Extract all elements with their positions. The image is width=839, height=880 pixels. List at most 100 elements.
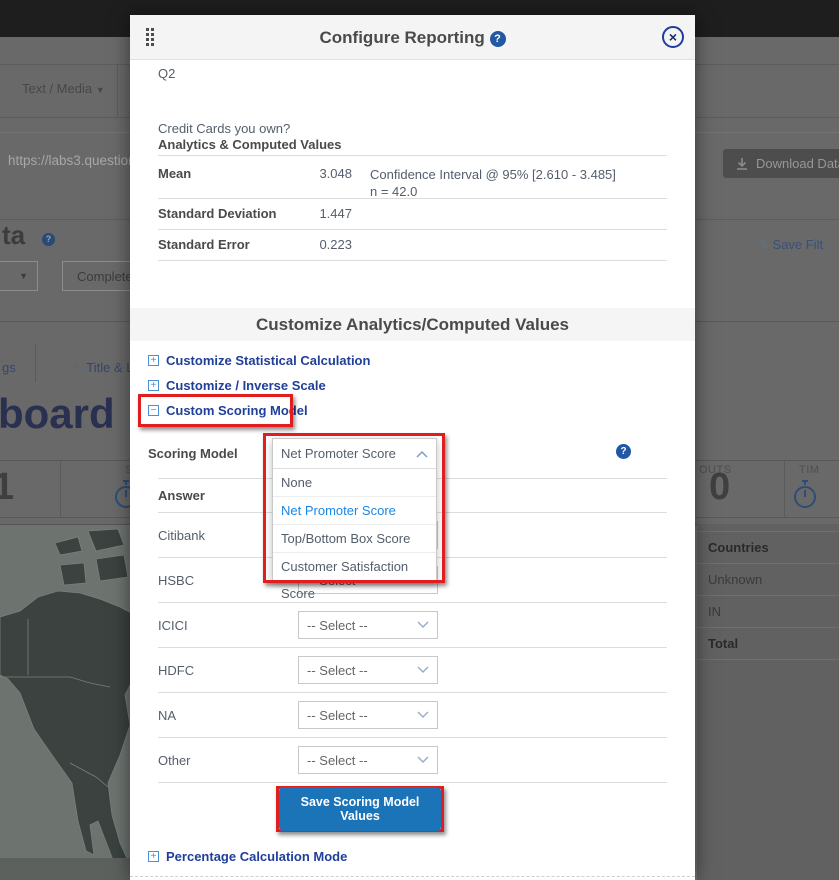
score-select-icici[interactable]: -- Select -- bbox=[298, 611, 438, 639]
selected-option-text: Net Promoter Score bbox=[281, 446, 416, 461]
chevron-down-icon bbox=[417, 756, 429, 764]
stat-label: Mean bbox=[158, 166, 308, 181]
caret-down-icon: ▼ bbox=[96, 85, 105, 95]
countries-header: Countries bbox=[697, 531, 839, 563]
chevron-down-icon bbox=[417, 621, 429, 629]
question-text: Credit Cards you own? bbox=[158, 121, 290, 136]
answer-label: ICICI bbox=[158, 618, 298, 633]
survey-url-link[interactable]: https://labs3.questionpr bbox=[8, 153, 148, 168]
analytics-table: Mean 3.048 Confidence Interval @ 95% [2.… bbox=[158, 155, 667, 261]
section-statistical-calculation[interactable]: + Customize Statistical Calculation bbox=[148, 353, 370, 368]
table-row: ICICI -- Select -- bbox=[158, 602, 667, 647]
modal-header: Configure Reporting ? × bbox=[130, 15, 695, 60]
stat-note: Confidence Interval @ 95% [2.610 - 3.485… bbox=[370, 166, 616, 200]
pencil-icon: ✎ bbox=[758, 237, 769, 252]
countries-row: IN bbox=[697, 595, 839, 627]
tab-title-logo-label: Title & L bbox=[86, 360, 133, 375]
chevron-up-icon bbox=[416, 450, 428, 458]
countries-total-row: Total bbox=[697, 627, 839, 660]
section-label: Customize / Inverse Scale bbox=[166, 378, 326, 393]
question-code: Q2 bbox=[158, 66, 175, 81]
section-inverse-scale[interactable]: + Customize / Inverse Scale bbox=[148, 378, 326, 393]
modal-title-text: Configure Reporting bbox=[320, 28, 485, 47]
divider bbox=[117, 65, 118, 117]
score-select-hdfc[interactable]: -- Select -- bbox=[298, 656, 438, 684]
drag-handle-icon[interactable] bbox=[146, 28, 154, 46]
pencil-icon: ✎ bbox=[72, 360, 83, 375]
download-data-button[interactable]: Download Data bbox=[723, 149, 839, 178]
divider bbox=[35, 344, 36, 382]
text-media-label: Text / Media bbox=[22, 81, 92, 96]
scoring-model-dropdown[interactable]: Net Promoter Score None Net Promoter Sco… bbox=[272, 438, 437, 581]
map-footer-strip bbox=[0, 858, 130, 880]
answer-label: Other bbox=[158, 753, 298, 768]
tab-title-logo[interactable]: ✎ Title & L bbox=[72, 360, 134, 376]
dropdown-option-net-promoter-score[interactable]: Net Promoter Score bbox=[273, 497, 436, 525]
save-filter-link[interactable]: ✎ Save Filt bbox=[758, 237, 823, 253]
divider bbox=[60, 460, 61, 517]
viewed-count-value: 1 bbox=[0, 466, 14, 509]
download-data-label: Download Data bbox=[756, 156, 839, 171]
close-icon[interactable]: × bbox=[662, 26, 684, 48]
dropdown-option-customer-satisfaction-score[interactable]: Customer Satisfaction Score bbox=[273, 553, 436, 580]
help-icon[interactable]: ? bbox=[616, 444, 631, 459]
scoring-model-selected[interactable]: Net Promoter Score bbox=[273, 439, 436, 469]
divider bbox=[130, 876, 695, 877]
text-media-menu[interactable]: Text / Media ▼ bbox=[22, 81, 105, 96]
app-screen: Text / Media ▼ https://labs3.questionpr … bbox=[0, 0, 839, 880]
dashboard-title: board bbox=[0, 390, 115, 438]
tab-settings[interactable]: gs bbox=[2, 360, 16, 375]
data-page-title: ta bbox=[2, 220, 25, 251]
stat-value: 0.223 bbox=[308, 230, 352, 260]
table-row: Standard Error 0.223 bbox=[158, 230, 667, 261]
stat-value: 1.447 bbox=[308, 199, 352, 229]
help-icon[interactable]: ? bbox=[490, 31, 506, 47]
expand-icon: + bbox=[148, 355, 159, 366]
confidence-interval: Confidence Interval @ 95% [2.610 - 3.485… bbox=[370, 166, 616, 183]
stat-value: 3.048 bbox=[308, 166, 352, 181]
scoring-model-label: Scoring Model bbox=[148, 446, 238, 461]
analytics-heading: Analytics & Computed Values bbox=[158, 137, 342, 152]
expand-icon: + bbox=[148, 851, 159, 862]
table-row: Standard Deviation 1.447 bbox=[158, 199, 667, 230]
countries-row: Unknown bbox=[697, 563, 839, 595]
select-placeholder: -- Select -- bbox=[307, 663, 417, 678]
section-percentage-calculation-mode[interactable]: + Percentage Calculation Mode bbox=[148, 849, 347, 864]
expand-icon: + bbox=[148, 380, 159, 391]
select-placeholder: -- Select -- bbox=[307, 753, 417, 768]
dropdown-option-top-bottom-box-score[interactable]: Top/Bottom Box Score bbox=[273, 525, 436, 553]
view-dropdown[interactable]: ▼ bbox=[0, 261, 38, 291]
select-placeholder: -- Select -- bbox=[307, 618, 417, 633]
stopwatch-icon bbox=[792, 479, 818, 511]
download-icon bbox=[735, 157, 749, 171]
score-select-other[interactable]: -- Select -- bbox=[298, 746, 438, 774]
highlight-save-button: Save Scoring Model Values bbox=[276, 786, 444, 832]
score-select-na[interactable]: -- Select -- bbox=[298, 701, 438, 729]
modal-title: Configure Reporting ? bbox=[130, 15, 695, 60]
table-row: Mean 3.048 Confidence Interval @ 95% [2.… bbox=[158, 156, 667, 199]
time-tile-label: TIM bbox=[799, 464, 819, 476]
table-row: HDFC -- Select -- bbox=[158, 647, 667, 692]
section-label: Custom Scoring Model bbox=[166, 403, 308, 418]
stat-label: Standard Deviation bbox=[158, 199, 308, 229]
configure-reporting-modal: Configure Reporting ? × Q2 Credit Cards … bbox=[130, 15, 695, 880]
sample-size: n = 42.0 bbox=[370, 183, 616, 200]
select-placeholder: -- Select -- bbox=[307, 708, 417, 723]
dropouts-count-value: 0 bbox=[709, 466, 730, 509]
countries-panel: Countries Unknown IN Total bbox=[697, 524, 839, 880]
help-icon[interactable]: ? bbox=[42, 233, 55, 246]
chevron-down-icon bbox=[417, 711, 429, 719]
table-row: NA -- Select -- bbox=[158, 692, 667, 737]
table-row: Other -- Select -- bbox=[158, 737, 667, 782]
section-label: Customize Statistical Calculation bbox=[166, 353, 370, 368]
stat-label: Standard Error bbox=[158, 230, 308, 260]
save-filter-label: Save Filt bbox=[773, 237, 824, 252]
caret-down-icon: ▼ bbox=[19, 271, 28, 281]
answer-label: HDFC bbox=[158, 663, 298, 678]
save-scoring-model-button[interactable]: Save Scoring Model Values bbox=[279, 787, 441, 831]
customize-section-heading: Customize Analytics/Computed Values bbox=[130, 308, 695, 341]
dropdown-option-none[interactable]: None bbox=[273, 469, 436, 497]
divider bbox=[784, 460, 785, 517]
section-custom-scoring-model[interactable]: − Custom Scoring Model bbox=[148, 403, 308, 418]
collapse-icon: − bbox=[148, 405, 159, 416]
